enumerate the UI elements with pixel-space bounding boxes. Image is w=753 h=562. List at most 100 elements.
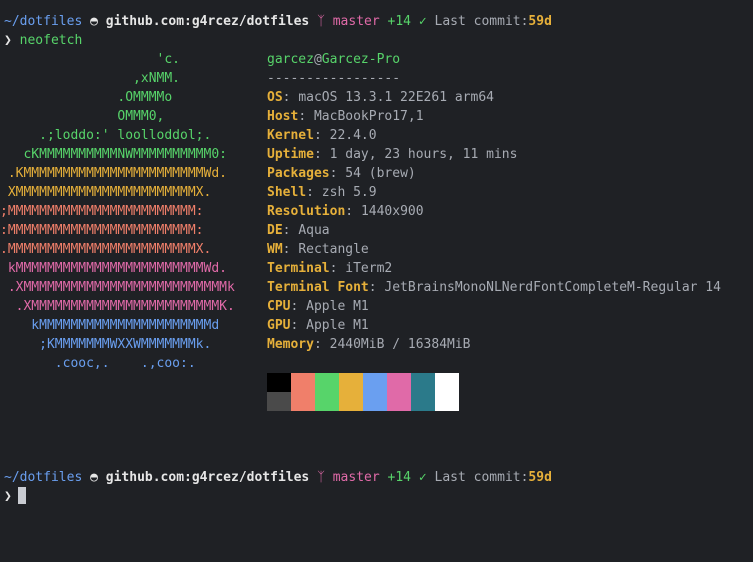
- logo-line: .MMMMMMMMMMMMMMMMMMMMMMMMX.: [0, 242, 212, 257]
- info-row: Terminal Font: JetBrainsMonoNLNerdFontCo…: [267, 278, 721, 297]
- info-key: OS: [267, 90, 283, 105]
- info-key: Shell: [267, 185, 307, 200]
- info-key: Terminal: [267, 261, 330, 276]
- logo-line: kMMMMMMMMMMMMMMMMMMMMMMd: [0, 318, 220, 333]
- info-row: Packages: 54 (brew): [267, 164, 416, 183]
- color-swatch: [291, 392, 315, 411]
- git-branch: master: [332, 470, 380, 485]
- info-value: 22.4.0: [329, 128, 377, 143]
- info-value: macOS 13.3.1 22E261 arm64: [298, 90, 494, 105]
- info-row: CPU: Apple M1: [267, 297, 369, 316]
- info-row: Uptime: 1 day, 23 hours, 11 mins: [267, 145, 517, 164]
- prompt-line-1: ~/dotfiles ◓ github.com:g4rcez/dotfiles …: [4, 12, 552, 31]
- info-colon: :: [329, 166, 346, 181]
- logo-line: .cooc,. .,coo:.: [0, 356, 196, 371]
- logo-line: .XMMMMMMMMMMMMMMMMMMMMMMMMMMk: [0, 280, 235, 295]
- color-swatch: [291, 373, 315, 392]
- info-key: CPU: [267, 299, 291, 314]
- info-value: Aqua: [298, 223, 330, 238]
- info-colon: :: [282, 90, 299, 105]
- color-swatch: [267, 373, 291, 392]
- info-row: DE: Aqua: [267, 221, 330, 240]
- github-icon: ◓: [90, 14, 98, 29]
- color-swatch: [387, 392, 411, 411]
- logo-line: ;MMMMMMMMMMMMMMMMMMMMMMMM:: [0, 204, 204, 219]
- logo-line: .OMMMMo: [0, 90, 173, 105]
- color-swatch: [339, 373, 363, 392]
- info-key: DE: [267, 223, 283, 238]
- info-key: Resolution: [267, 204, 346, 219]
- separator: -----------------: [267, 71, 401, 86]
- logo-line: .;loddo:' loolloddol;.: [0, 128, 212, 143]
- info-key: Uptime: [267, 147, 314, 162]
- info-value: 2440MiB / 16384MiB: [329, 337, 471, 352]
- prompt-symbol: ❯: [4, 33, 12, 48]
- info-value: Rectangle: [298, 242, 369, 257]
- info-row: Terminal: iTerm2: [267, 259, 392, 278]
- info-colon: :: [306, 185, 322, 200]
- last-commit-age: 59d: [528, 14, 552, 29]
- info-key: Memory: [267, 337, 314, 352]
- cwd: ~/dotfiles: [4, 14, 83, 29]
- logo-line: :MMMMMMMMMMMMMMMMMMMMMMMM:: [0, 223, 204, 238]
- info-row: Host: MacBookPro17,1: [267, 107, 424, 126]
- info-colon: :: [313, 337, 330, 352]
- command-line: ❯ neofetch: [4, 31, 82, 50]
- color-swatch: [339, 392, 363, 411]
- info-row: Shell: zsh 5.9: [267, 183, 377, 202]
- branch-icon: ᛉ: [317, 470, 325, 485]
- info-value: Apple M1: [306, 318, 369, 333]
- color-swatch: [267, 392, 291, 411]
- info-row: Kernel: 22.4.0: [267, 126, 377, 145]
- check-icon: ✓: [418, 14, 427, 29]
- info-colon: :: [290, 318, 307, 333]
- logo-line: cKMMMMMMMMMMNWMMMMMMMMMM0:: [0, 147, 227, 162]
- info-colon: :: [329, 261, 346, 276]
- github-icon: ◓: [90, 470, 98, 485]
- info-value: MacBookPro17,1: [313, 109, 424, 124]
- logo-line: .KMMMMMMMMMMMMMMMMMMMMMMMWd.: [0, 166, 227, 181]
- logo-line: .XMMMMMMMMMMMMMMMMMMMMMMMMK.: [0, 299, 235, 314]
- color-swatch: [363, 373, 387, 392]
- last-commit-label: Last commit:: [434, 14, 529, 29]
- info-row: OS: macOS 13.3.1 22E261 arm64: [267, 88, 494, 107]
- cwd: ~/dotfiles: [4, 470, 83, 485]
- color-swatch: [363, 392, 387, 411]
- at-sign: @: [313, 52, 322, 67]
- info-value: Apple M1: [306, 299, 369, 314]
- color-swatch: [411, 373, 435, 392]
- info-key: Terminal Font: [267, 280, 369, 295]
- info-colon: :: [298, 109, 314, 124]
- git-branch: master: [332, 14, 380, 29]
- logo-line: kMMMMMMMMMMMMMMMMMMMMMMMMWd.: [0, 261, 227, 276]
- logo-line: OMMM0,: [0, 109, 165, 124]
- info-colon: :: [368, 280, 385, 295]
- git-changes: +14: [387, 14, 412, 29]
- hostname: Garcez-Pro: [321, 52, 401, 67]
- username: garcez: [267, 52, 314, 67]
- check-icon: ✓: [418, 470, 427, 485]
- info-value: 1440x900: [360, 204, 424, 219]
- color-swatch: [411, 392, 435, 411]
- git-remote: github.com:g4rcez/dotfiles: [105, 470, 310, 485]
- command-text: neofetch: [19, 33, 83, 48]
- info-key: Host: [267, 109, 299, 124]
- git-changes: +14: [387, 470, 412, 485]
- info-key: Kernel: [267, 128, 314, 143]
- info-colon: :: [345, 204, 361, 219]
- logo-line: ;KMMMMMMMWXXWMMMMMMMk.: [0, 337, 212, 352]
- prompt-line-2: ~/dotfiles ◓ github.com:g4rcez/dotfiles …: [4, 468, 552, 487]
- color-swatch: [435, 373, 459, 392]
- prompt-symbol: ❯: [4, 489, 12, 504]
- info-row: Memory: 2440MiB / 16384MiB: [267, 335, 471, 354]
- color-swatch: [435, 392, 459, 411]
- text-cursor[interactable]: [18, 487, 26, 504]
- input-line[interactable]: ❯: [4, 487, 12, 506]
- color-swatch: [315, 392, 339, 411]
- info-colon: :: [282, 223, 299, 238]
- info-key: Packages: [267, 166, 330, 181]
- info-value: iTerm2: [345, 261, 393, 276]
- info-colon: :: [290, 299, 307, 314]
- info-colon: :: [313, 147, 330, 162]
- info-colon: :: [282, 242, 299, 257]
